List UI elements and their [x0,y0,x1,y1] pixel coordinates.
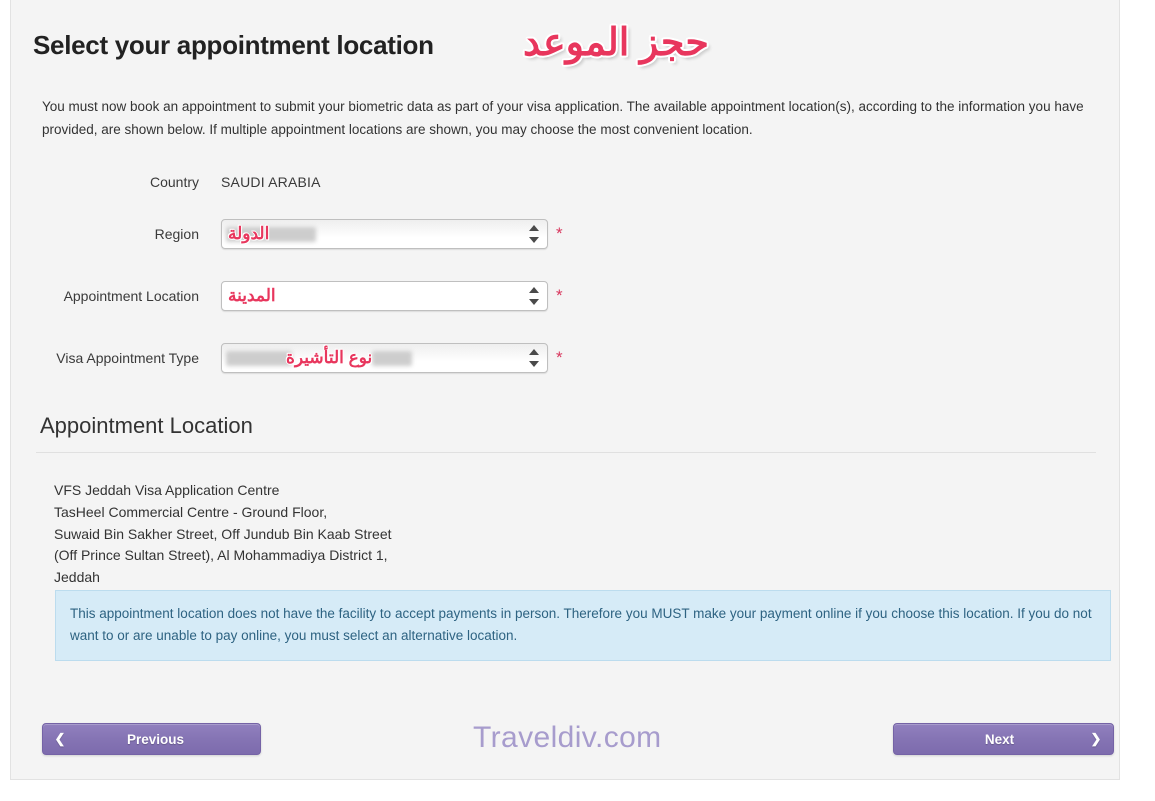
chevron-left-icon: ❮ [54,731,66,746]
visa-appointment-type-arabic-overlay: نوع التأشيرة [286,348,373,367]
form-row-country: Country SAUDI ARABIA [11,160,1119,203]
country-label: Country [149,173,199,190]
country-control: SAUDI ARABIA [221,174,321,190]
payment-notice-box: This appointment location does not have … [55,590,1111,661]
arabic-heading-overlay: حجز الموعد [523,22,709,64]
page-root: Select your appointment location حجز الم… [0,0,1155,801]
chevron-updown-icon[interactable] [528,349,539,367]
appointment-location-arabic-overlay: المدينة [228,286,276,305]
chevron-updown-icon[interactable] [528,225,539,243]
appointment-location-control: المدينة * [221,281,563,311]
section-heading-appointment-location: Appointment Location [40,413,253,438]
appointment-location-address: VFS Jeddah Visa Application Centre TasHe… [54,480,392,589]
address-line-1: VFS Jeddah Visa Application Centre [54,482,280,498]
form-row-visa-appointment-type: Visa Appointment Type نوع التأشيرة * [11,327,1119,389]
appointment-form-panel: Select your appointment location حجز الم… [10,0,1120,780]
appointment-location-select-content: المدينة [222,282,547,310]
address-line-4: (Off Prince Sultan Street), Al Mohammadi… [54,547,388,564]
visa-appointment-type-select[interactable]: نوع التأشيرة [221,343,548,373]
previous-button-label: Previous [126,731,185,747]
chevron-updown-icon[interactable] [528,287,539,305]
section-divider [36,452,1096,453]
appointment-form: Country SAUDI ARABIA Region الدولة * App… [11,160,1119,389]
appointment-location-required-asterisk: * [556,286,563,305]
address-line-3: Suwaid Bin Sakher Street, Off Jundub Bin… [54,525,392,542]
chevron-right-icon: ❯ [1090,731,1102,746]
region-select[interactable]: الدولة [221,219,548,249]
watermark: Traveldiv.com [473,721,662,754]
next-button[interactable]: Next ❯ [893,723,1114,755]
previous-button[interactable]: ❮ Previous [42,723,261,755]
region-arabic-overlay: الدولة [228,224,270,243]
appointment-location-select[interactable]: المدينة [221,281,548,311]
page-header: Select your appointment location حجز الم… [11,0,1119,64]
form-row-appointment-location: Appointment Location المدينة * [11,265,1119,327]
visa-appointment-type-control: نوع التأشيرة * [221,343,563,373]
intro-paragraph: You must now book an appointment to subm… [42,99,1084,137]
appointment-location-label: Appointment Location [63,288,199,304]
region-label: Region [154,226,199,242]
visa-type-redaction-block-right [372,351,412,366]
page-title: Select your appointment location [33,30,434,60]
region-control: الدولة * [221,219,563,249]
visa-appointment-type-select-content: نوع التأشيرة [222,344,547,372]
form-row-region: Region الدولة * [11,203,1119,265]
region-required-asterisk: * [556,224,563,243]
visa-appointment-type-required-asterisk: * [556,348,563,367]
region-select-content: الدولة [222,220,547,248]
address-line-2: TasHeel Commercial Centre - Ground Floor… [54,503,328,520]
visa-type-redaction-block-left [226,351,292,366]
country-value: SAUDI ARABIA [221,173,321,190]
next-button-label: Next [984,731,1015,747]
address-line-5: Jeddah [54,569,100,586]
visa-appointment-type-label: Visa Appointment Type [56,350,199,366]
